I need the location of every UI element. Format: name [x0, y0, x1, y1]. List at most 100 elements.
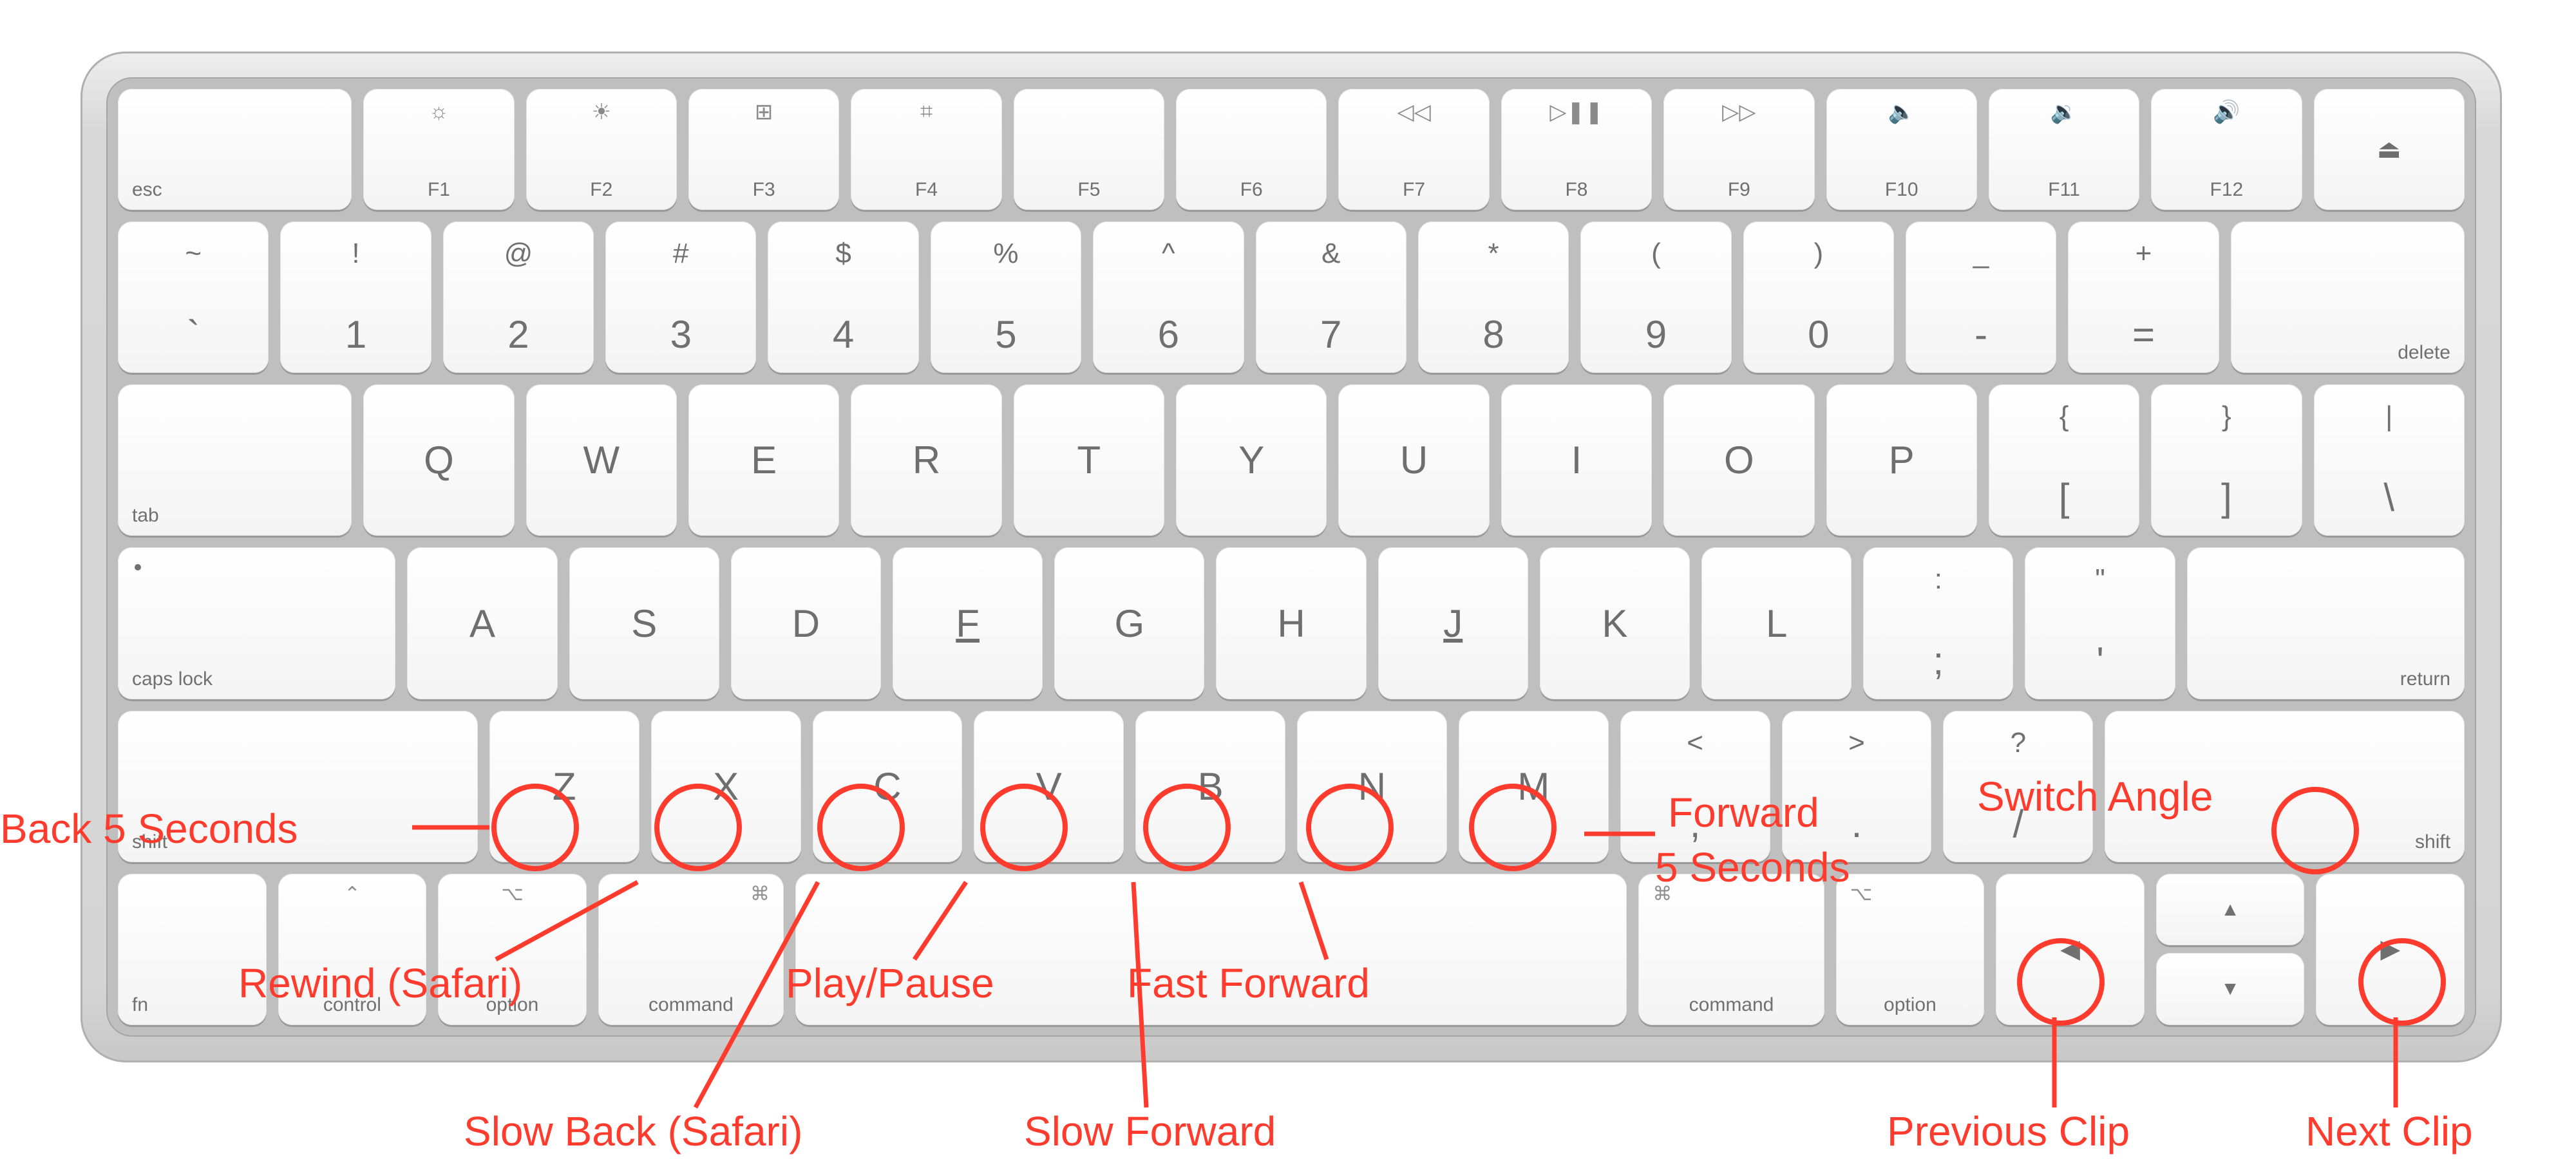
annot-prev-clip: Previous Clip [1887, 1107, 2130, 1155]
left-command-label: command [598, 994, 784, 1016]
right-arrow-key[interactable]: ▶ [2316, 874, 2465, 1025]
h-key[interactable]: H [1216, 547, 1366, 699]
fn-key[interactable]: fn [118, 874, 267, 1025]
semicolon-key[interactable]: :; [1863, 547, 2013, 699]
f12-key[interactable]: 🔊F12 [2151, 89, 2302, 210]
y-key[interactable]: Y [1176, 384, 1327, 536]
a-key[interactable]: A [407, 547, 557, 699]
s-key[interactable]: S [569, 547, 719, 699]
left-shift-label: shift [132, 831, 167, 853]
equals-key[interactable]: += [2068, 221, 2219, 373]
arrow-left-icon: ◀ [2060, 934, 2080, 964]
home-row: caps lock A S D F G H J K L :; "' return [118, 547, 2465, 699]
left-bracket-key[interactable]: {[ [1989, 384, 2139, 536]
command-icon: ⌘ [1653, 883, 1672, 905]
two-key[interactable]: @2 [443, 221, 594, 373]
f2-key[interactable]: ☀F2 [526, 89, 677, 210]
eject-key[interactable]: ⏏ [2314, 89, 2465, 210]
four-key[interactable]: $4 [768, 221, 918, 373]
up-arrow-key[interactable]: ▲ [2156, 874, 2305, 946]
return-key[interactable]: return [2187, 547, 2465, 699]
five-key[interactable]: %5 [931, 221, 1081, 373]
zero-key[interactable]: )0 [1743, 221, 1894, 373]
f9-label: F9 [1663, 179, 1814, 201]
m-key[interactable]: M [1459, 711, 1609, 862]
nine-key[interactable]: (9 [1580, 221, 1731, 373]
one-key[interactable]: !1 [280, 221, 431, 373]
f-key[interactable]: F [893, 547, 1043, 699]
f10-key[interactable]: 🔈F10 [1826, 89, 1977, 210]
launchpad-icon: ⌗ [851, 99, 1001, 124]
f8-key[interactable]: ▷❚❚ F8 [1501, 89, 1652, 210]
t-key[interactable]: T [1014, 384, 1164, 536]
f5-key[interactable]: F5 [1014, 89, 1164, 210]
delete-key[interactable]: delete [2231, 221, 2465, 373]
key-deck: esc ☼F1 ☀F2 ⊞F3 ⌗F4 F5 F6 ◁◁ F7 ▷❚❚ F8 ▷▷F… [106, 77, 2476, 1037]
period-key[interactable]: >. [1782, 711, 1932, 862]
space-key[interactable] [795, 874, 1627, 1025]
control-key[interactable]: ⌃control [278, 874, 427, 1025]
n-key[interactable]: N [1297, 711, 1447, 862]
q-key[interactable]: Q [363, 384, 514, 536]
l-key[interactable]: L [1701, 547, 1852, 699]
six-key[interactable]: ^6 [1093, 221, 1244, 373]
quote-key[interactable]: "' [2025, 547, 2175, 699]
right-option-label: option [1836, 994, 1985, 1016]
r-key[interactable]: R [851, 384, 1001, 536]
right-option-key[interactable]: ⌥option [1836, 874, 1985, 1025]
right-bracket-key[interactable]: }] [2151, 384, 2302, 536]
g-key[interactable]: G [1054, 547, 1204, 699]
c-key[interactable]: C [813, 711, 963, 862]
x-key[interactable]: X [651, 711, 801, 862]
tab-key[interactable]: tab [118, 384, 352, 536]
eight-key[interactable]: *8 [1418, 221, 1569, 373]
f7-label: F7 [1338, 179, 1489, 201]
left-shift-key[interactable]: shift [118, 711, 478, 862]
number-row: ~` !1 @2 #3 $4 %5 ^6 &7 *8 (9 )0 _- += d… [118, 221, 2465, 373]
caps-lock-key[interactable]: caps lock [118, 547, 395, 699]
f3-key[interactable]: ⊞F3 [688, 89, 839, 210]
minus-key[interactable]: _- [1906, 221, 2056, 373]
left-command-key[interactable]: ⌘command [598, 874, 784, 1025]
seven-key[interactable]: &7 [1256, 221, 1406, 373]
j-key[interactable]: J [1378, 547, 1528, 699]
left-arrow-key[interactable]: ◀ [1996, 874, 2145, 1025]
left-option-key[interactable]: ⌥option [438, 874, 587, 1025]
d-key[interactable]: D [731, 547, 881, 699]
w-key[interactable]: W [526, 384, 677, 536]
f7-key[interactable]: ◁◁ F7 [1338, 89, 1489, 210]
caps-lock-indicator-icon [135, 564, 141, 570]
b-key[interactable]: B [1135, 711, 1285, 862]
e-key[interactable]: E [688, 384, 839, 536]
f11-key[interactable]: 🔉F11 [1989, 89, 2139, 210]
right-shift-key[interactable]: shift [2105, 711, 2465, 862]
backtick-key[interactable]: ~` [118, 221, 269, 373]
control-icon: ⌃ [278, 883, 427, 905]
delete-label: delete [2398, 342, 2450, 364]
left-option-label: option [438, 994, 587, 1016]
v-key[interactable]: V [974, 711, 1124, 862]
comma-key[interactable]: <, [1620, 711, 1770, 862]
k-key[interactable]: K [1540, 547, 1690, 699]
three-key[interactable]: #3 [605, 221, 756, 373]
i-key[interactable]: I [1501, 384, 1652, 536]
f8-label: F8 [1501, 179, 1652, 201]
rewind-media-icon: ◁◁ [1338, 99, 1489, 125]
u-key[interactable]: U [1338, 384, 1489, 536]
esc-key[interactable]: esc [118, 89, 352, 210]
right-command-key[interactable]: ⌘command [1638, 874, 1824, 1025]
slash-key[interactable]: ?/ [1943, 711, 2093, 862]
right-shift-label: shift [2415, 831, 2450, 853]
f1-key[interactable]: ☼F1 [363, 89, 514, 210]
p-key[interactable]: P [1826, 384, 1977, 536]
backslash-key[interactable]: |\ [2314, 384, 2465, 536]
z-key[interactable]: Z [489, 711, 639, 862]
play-pause-media-icon: ▷❚❚ [1501, 99, 1652, 125]
down-arrow-key[interactable]: ▼ [2156, 953, 2305, 1025]
o-key[interactable]: O [1663, 384, 1814, 536]
f6-key[interactable]: F6 [1176, 89, 1327, 210]
volume-up-icon: 🔊 [2151, 99, 2302, 125]
fn-label: fn [132, 994, 148, 1016]
f4-key[interactable]: ⌗F4 [851, 89, 1001, 210]
f9-key[interactable]: ▷▷F9 [1663, 89, 1814, 210]
